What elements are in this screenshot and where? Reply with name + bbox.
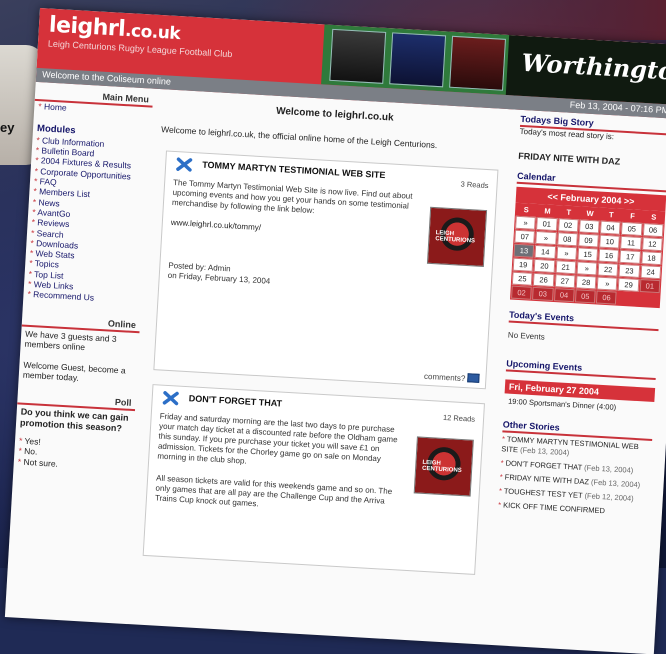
site-tld: .co.uk (124, 20, 181, 45)
other-story-date: (Feb 13, 2004) (519, 445, 570, 458)
calendar-day[interactable]: » (535, 230, 557, 246)
header-photo (449, 35, 506, 91)
calendar-day[interactable]: » (596, 276, 618, 291)
story-body-2: All season tickets are valid for this we… (154, 473, 393, 509)
header-photo (329, 28, 387, 84)
other-story-title: DON'T FORGET THAT (505, 458, 583, 472)
calendar-day[interactable]: 03 (578, 219, 600, 234)
calendar-day[interactable]: 11 (620, 235, 642, 250)
calendar-day[interactable]: 06 (642, 223, 664, 238)
calendar-day[interactable]: 02 (511, 285, 533, 300)
welcome-intro: Welcome to leighrl.co.uk, the official o… (160, 124, 438, 151)
comments-link[interactable]: comments? (424, 372, 466, 383)
calendar-day[interactable]: 02 (557, 218, 579, 233)
welcome-text: Welcome to the Coliseum online (41, 69, 172, 87)
weekday-label: F (622, 209, 644, 223)
guest-welcome-text: Welcome Guest, become a member today. (22, 359, 126, 383)
calendar-day[interactable]: 04 (600, 220, 622, 235)
calendar-day[interactable]: 25 (511, 271, 533, 286)
weekday-label: T (558, 206, 580, 219)
weekday-label: M (537, 204, 559, 218)
weekday-label: T (600, 208, 622, 221)
other-story-date: (Feb 13, 2004) (590, 477, 641, 490)
calendar-day[interactable]: 13 (513, 243, 535, 258)
club-badge-image: LEIGH CENTURIONS (413, 436, 474, 497)
story-reads: 12 Reads (442, 412, 476, 424)
calendar-day[interactable]: 20 (533, 258, 555, 274)
calendar-day[interactable]: 21 (555, 260, 577, 275)
other-story-title: TOUGHEST TEST YET (503, 486, 583, 501)
calendar-day[interactable]: » (576, 261, 598, 276)
upcoming-title: Upcoming Events (505, 358, 657, 381)
calendar-day[interactable]: 27 (554, 274, 576, 289)
club-badge-image: LEIGH CENTURIONS (426, 206, 488, 267)
calendar-day[interactable]: » (555, 246, 577, 261)
crossed-x-icon (162, 391, 179, 406)
sponsor-logo-text: Worthingtons (520, 47, 666, 88)
calendar-day[interactable]: 22 (597, 262, 619, 277)
today-events-text: No Events (507, 330, 546, 342)
calendar-day[interactable]: 01 (536, 216, 558, 232)
calendar-day[interactable]: 06 (596, 290, 618, 305)
calendar-day[interactable]: 26 (533, 272, 555, 288)
left-sidebar: Main Menu Home Modules Club Information … (14, 85, 154, 473)
crossed-x-icon (176, 157, 193, 172)
calendar-day[interactable]: 15 (577, 247, 599, 262)
calendar-day[interactable]: 17 (619, 249, 641, 264)
big-story-link[interactable]: FRIDAY NITE WITH DAZ (518, 151, 666, 170)
story-title[interactable]: DON'T FORGET THAT (188, 393, 282, 408)
calendar-day[interactable]: 04 (553, 288, 575, 303)
header-photo-strip (321, 24, 515, 96)
calendar-grid: S M T W T F S » 01 02 03 04 05 06 07» 08 09 10 11 12… (509, 202, 666, 309)
web-page: leighrl.co.uk Leigh Centurions Rugby Lea… (4, 8, 666, 654)
calendar-day[interactable]: 05 (621, 221, 643, 237)
calendar-day[interactable]: 05 (574, 289, 596, 304)
badge-text: LEIGH CENTURIONS (435, 230, 476, 245)
other-story-title: KICK OFF TIME CONFIRMED (502, 500, 606, 516)
calendar-day[interactable]: 01 (639, 278, 661, 294)
header-photo (389, 32, 447, 88)
calendar-day[interactable]: 29 (618, 277, 640, 292)
calendar-day[interactable]: 28 (575, 275, 597, 290)
badge-text: LEIGH CENTURIONS (421, 459, 462, 475)
weekday-label: S (643, 211, 665, 224)
other-story-date: (Feb 13, 2004) (583, 463, 634, 475)
calendar-day[interactable]: 14 (534, 244, 556, 260)
weekday-label: S (515, 203, 537, 216)
calendar-day[interactable]: 08 (556, 232, 578, 247)
calendar-day[interactable]: 19 (512, 257, 534, 272)
calendar-day[interactable]: 16 (598, 248, 620, 263)
news-story: DON'T FORGET THAT 12 Reads Friday and sa… (142, 384, 485, 575)
backdrop-stripe (486, 0, 666, 40)
news-story: TOMMY MARTYN TESTIMONIAL WEB SITE 3 Read… (153, 150, 499, 390)
other-story-date: (Feb 12, 2004) (584, 491, 634, 503)
calendar-day[interactable]: 24 (640, 265, 662, 280)
backdrop-text: ey (0, 120, 15, 135)
calendar-day[interactable]: 12 (641, 237, 663, 252)
weekday-label: W (579, 207, 601, 220)
calendar-day[interactable]: 03 (532, 286, 554, 301)
right-sidebar: Todays Big Story Today's most read story… (498, 113, 666, 521)
sponsor-banner[interactable]: Worthingtons (505, 35, 666, 106)
calendar-day[interactable]: 18 (640, 251, 662, 266)
calendar-day[interactable]: 07 (514, 229, 536, 244)
story-reads: 3 Reads (460, 179, 489, 191)
today-events-title: Today's Events (508, 309, 660, 332)
story-title[interactable]: TOMMY MARTYN TESTIMONIAL WEB SITE (202, 160, 386, 181)
site-title: leighrl (48, 12, 126, 42)
calendar-day[interactable]: 23 (618, 263, 640, 278)
calendar-day[interactable]: 10 (599, 234, 621, 249)
main-content: Welcome to leighrl.co.uk Welcome to leig… (136, 97, 508, 589)
calendar-day[interactable]: » (515, 215, 537, 230)
calendar-day[interactable]: 09 (578, 233, 600, 248)
email-icon[interactable] (467, 373, 480, 383)
